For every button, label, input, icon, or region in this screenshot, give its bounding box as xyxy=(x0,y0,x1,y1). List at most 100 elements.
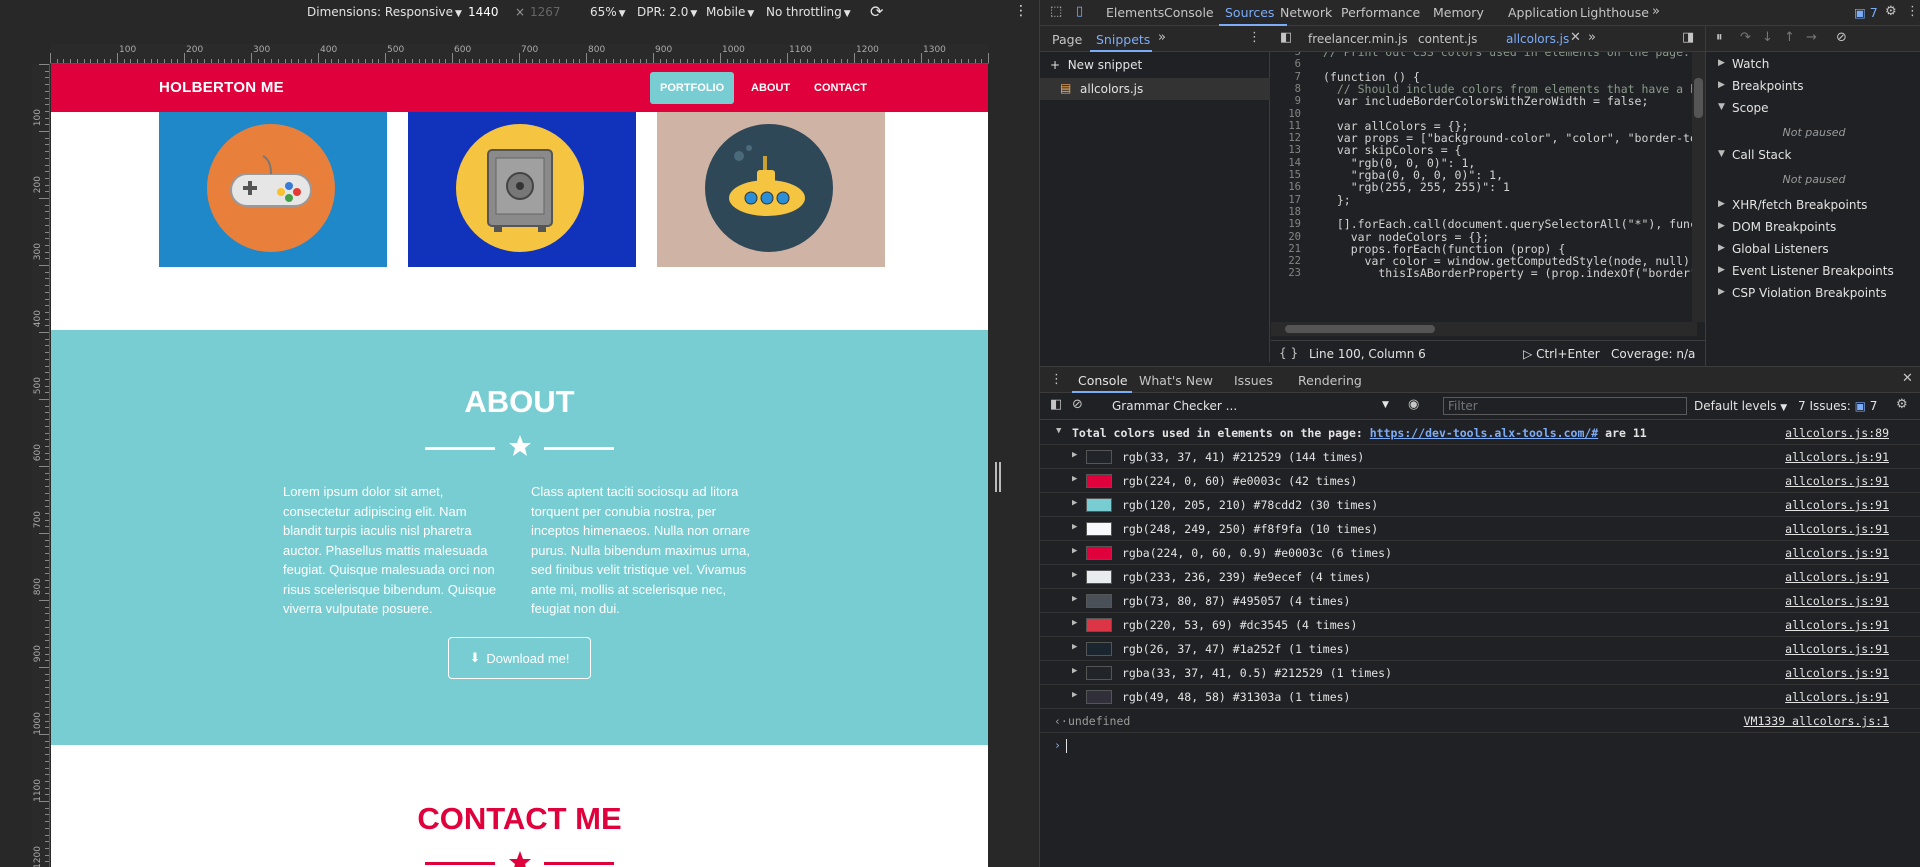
step-over-icon[interactable]: ↷ xyxy=(1740,30,1751,45)
drawer-tab-issues[interactable]: Issues xyxy=(1234,373,1273,388)
toggle-navigator-icon[interactable]: ◧ xyxy=(1280,30,1292,45)
file-tab-allcolors[interactable]: allcolors.js xyxy=(1506,32,1569,46)
console-source-link[interactable]: allcolors.js:91 xyxy=(1785,666,1889,680)
drawer-tab-rendering[interactable]: Rendering xyxy=(1298,373,1362,388)
console-color-row[interactable]: ▶ rgb(224, 0, 60) #e0003c (42 times) allco… xyxy=(1040,469,1920,493)
step-out-icon[interactable]: ↑ xyxy=(1784,30,1795,45)
top-tab-performance[interactable]: Performance xyxy=(1341,5,1420,20)
drawer-tab-whats-new[interactable]: What's New xyxy=(1139,373,1213,388)
step-icon[interactable]: → xyxy=(1806,30,1817,45)
toggle-debugger-icon[interactable]: ◨ xyxy=(1682,30,1694,45)
throttling-dropdown[interactable]: No throttling ▼ xyxy=(766,5,851,19)
console-color-row[interactable]: ▶ rgb(248, 249, 250) #f8f9fa (10 times) al… xyxy=(1040,517,1920,541)
top-tab-network[interactable]: Network xyxy=(1280,5,1332,20)
console-source-link[interactable]: allcolors.js:91 xyxy=(1785,642,1889,656)
live-expression-eye-icon[interactable]: ◉ xyxy=(1408,397,1419,412)
console-color-row[interactable]: ▶ rgb(120, 205, 210) #78cdd2 (30 times) al… xyxy=(1040,493,1920,517)
scrollbar-thumb[interactable] xyxy=(1694,78,1703,118)
console-color-row[interactable]: ▶ rgb(33, 37, 41) #212529 (144 times) allc… xyxy=(1040,445,1920,469)
close-tab-icon[interactable]: ✕ xyxy=(1570,30,1581,45)
settings-gear-icon[interactable]: ⚙ xyxy=(1885,4,1897,19)
deactivate-breakpoints-icon[interactable]: ⊘ xyxy=(1836,30,1847,45)
nav-tab-page[interactable]: Page xyxy=(1052,32,1082,47)
pause-icon[interactable]: ⏸ xyxy=(1716,30,1723,45)
close-drawer-icon[interactable]: ✕ xyxy=(1902,371,1913,386)
portfolio-item-game[interactable] xyxy=(159,112,387,267)
zoom-dropdown[interactable]: 65% ▼ xyxy=(590,5,626,19)
console-color-row[interactable]: ▶ rgb(73, 80, 87) #495057 (4 times) allcol… xyxy=(1040,589,1920,613)
console-color-row[interactable]: ▶ rgb(220, 53, 69) #dc3545 (4 times) allco… xyxy=(1040,613,1920,637)
portfolio-item-submarine[interactable] xyxy=(657,112,885,267)
vertical-scrollbar[interactable] xyxy=(1692,52,1705,322)
more-options-icon[interactable]: ⋮ xyxy=(1906,4,1919,19)
console-color-row[interactable]: ▶ rgba(33, 37, 41, 0.5) #212529 (1 times)… xyxy=(1040,661,1920,685)
height-input[interactable]: 1267 xyxy=(530,5,561,19)
top-tab-elements[interactable]: Elements xyxy=(1106,5,1164,20)
more-tabs-icon[interactable]: » xyxy=(1652,4,1660,19)
top-tab-memory[interactable]: Memory xyxy=(1433,5,1484,20)
snippet-item[interactable]: ▤ allcolors.js xyxy=(1040,78,1270,100)
console-source-link[interactable]: allcolors.js:91 xyxy=(1785,498,1889,512)
device-toggle-icon[interactable]: ▯ xyxy=(1076,4,1083,19)
console-source-link[interactable]: allcolors.js:91 xyxy=(1785,522,1889,536)
console-link[interactable]: https://dev-tools.alx-tools.com/# xyxy=(1370,426,1598,440)
drawer-tab-console[interactable]: Console xyxy=(1078,373,1128,388)
file-tab-content[interactable]: content.js xyxy=(1418,32,1477,46)
more-tabs-icon[interactable]: » xyxy=(1158,30,1166,45)
width-input[interactable]: 1440 xyxy=(468,5,499,19)
log-levels-dropdown[interactable]: Default levels ▼ xyxy=(1694,399,1787,413)
run-snippet-button[interactable]: ▷ Ctrl+Enter xyxy=(1523,347,1600,361)
rotate-icon[interactable]: ⟳ xyxy=(870,2,883,21)
inspect-element-icon[interactable]: ⬚ xyxy=(1050,4,1062,19)
nav-portfolio[interactable]: PORTFOLIO xyxy=(650,72,735,104)
pretty-print-icon[interactable]: { } xyxy=(1279,346,1298,360)
issues-badge[interactable]: ▣ 7 xyxy=(1854,5,1878,20)
console-color-row[interactable]: ▶ rgba(224, 0, 60, 0.9) #e0003c (6 times)… xyxy=(1040,541,1920,565)
console-filter-input[interactable] xyxy=(1443,397,1687,415)
console-source-link[interactable]: allcolors.js:89 xyxy=(1785,426,1889,440)
console-source-link[interactable]: allcolors.js:91 xyxy=(1785,690,1889,704)
code-editor[interactable]: 5 // Print out CSS colors used in element… xyxy=(1271,52,1705,322)
console-group-header[interactable]: ▼ Total colors used in elements on the p… xyxy=(1040,421,1920,445)
more-options-icon[interactable]: ⋮ xyxy=(1248,30,1261,45)
more-options-icon[interactable]: ⋮ xyxy=(1050,372,1063,387)
top-tab-sources[interactable]: Sources xyxy=(1225,5,1274,20)
nav-tab-snippets[interactable]: Snippets xyxy=(1096,32,1150,47)
issues-counter[interactable]: 7 Issues: ▣ 7 xyxy=(1798,399,1877,413)
site-brand[interactable]: HOLBERTON ME xyxy=(159,79,284,96)
console-color-row[interactable]: ▶ rgb(233, 236, 239) #e9ecef (4 times) all… xyxy=(1040,565,1920,589)
console-source-link[interactable]: allcolors.js:91 xyxy=(1785,546,1889,560)
file-tab-freelancer[interactable]: freelancer.min.js xyxy=(1308,32,1408,46)
dimensions-dropdown[interactable]: Dimensions: Responsive ▼ xyxy=(307,5,462,19)
new-snippet-button[interactable]: + New snippet xyxy=(1050,58,1142,72)
console-color-row[interactable]: ▶ rgb(26, 37, 47) #1a252f (1 times) allcol… xyxy=(1040,637,1920,661)
console-source-link[interactable]: allcolors.js:91 xyxy=(1785,570,1889,584)
scrollbar-thumb[interactable] xyxy=(1285,325,1435,333)
console-source-link[interactable]: allcolors.js:91 xyxy=(1785,618,1889,632)
horizontal-scrollbar[interactable] xyxy=(1271,322,1697,336)
console-source-link[interactable]: VM1339 allcolors.js:1 xyxy=(1744,714,1889,728)
context-selector[interactable]: Grammar Checker ... ▼ xyxy=(1108,397,1394,415)
more-tabs-icon[interactable]: » xyxy=(1588,30,1596,45)
dpr-dropdown[interactable]: DPR: 2.0 ▼ xyxy=(637,5,697,19)
download-button[interactable]: ⬇ Download me! xyxy=(448,637,591,679)
sidebar-toggle-icon[interactable]: ◧ xyxy=(1050,397,1062,412)
more-options-icon[interactable]: ⋮ xyxy=(1014,3,1028,19)
console-prompt[interactable]: › xyxy=(1040,735,1920,757)
top-tab-console[interactable]: Console xyxy=(1164,5,1214,20)
console-source-link[interactable]: allcolors.js:91 xyxy=(1785,450,1889,464)
clear-console-icon[interactable]: ⊘ xyxy=(1072,397,1083,412)
console-source-link[interactable]: allcolors.js:91 xyxy=(1785,594,1889,608)
nav-contact[interactable]: CONTACT xyxy=(804,72,877,104)
resize-handle[interactable] xyxy=(995,462,1001,492)
console-color-row[interactable]: ▶ rgb(49, 48, 58) #31303a (1 times) allcol… xyxy=(1040,685,1920,709)
nav-about[interactable]: ABOUT xyxy=(741,72,800,104)
console-settings-gear-icon[interactable]: ⚙ xyxy=(1896,397,1908,412)
portfolio-item-safe[interactable] xyxy=(408,112,636,267)
top-tab-lighthouse[interactable]: Lighthouse xyxy=(1580,5,1649,20)
top-tab-application[interactable]: Application xyxy=(1508,5,1578,20)
console-source-link[interactable]: allcolors.js:91 xyxy=(1785,474,1889,488)
color-entry-text: rgb(120, 205, 210) #78cdd2 (30 times) xyxy=(1122,498,1379,512)
device-type-dropdown[interactable]: Mobile ▼ xyxy=(706,5,754,19)
step-into-icon[interactable]: ↓ xyxy=(1762,30,1773,45)
